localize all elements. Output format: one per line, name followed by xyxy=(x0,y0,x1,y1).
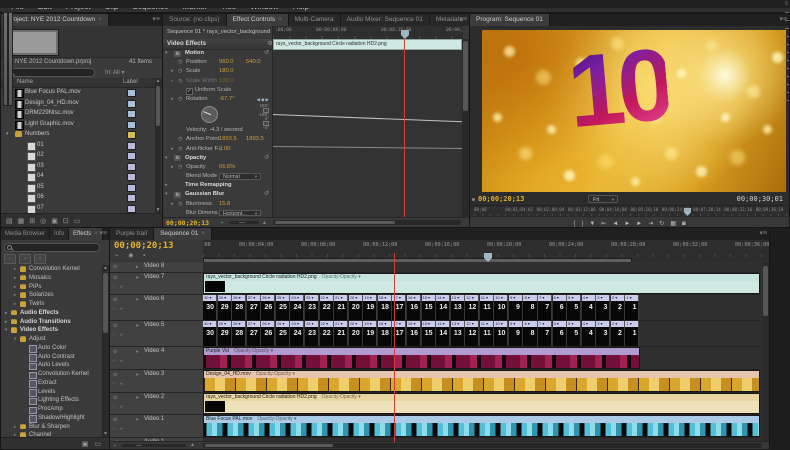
tools-grid xyxy=(0,9,790,450)
tools-panel: ≡ xyxy=(0,114,18,219)
premiere-window: FileEditProjectClipSequenceMarkerTitleWi… xyxy=(0,0,790,450)
panel-menu-icon[interactable]: ≡ xyxy=(0,0,790,8)
playhead-line xyxy=(394,253,395,442)
